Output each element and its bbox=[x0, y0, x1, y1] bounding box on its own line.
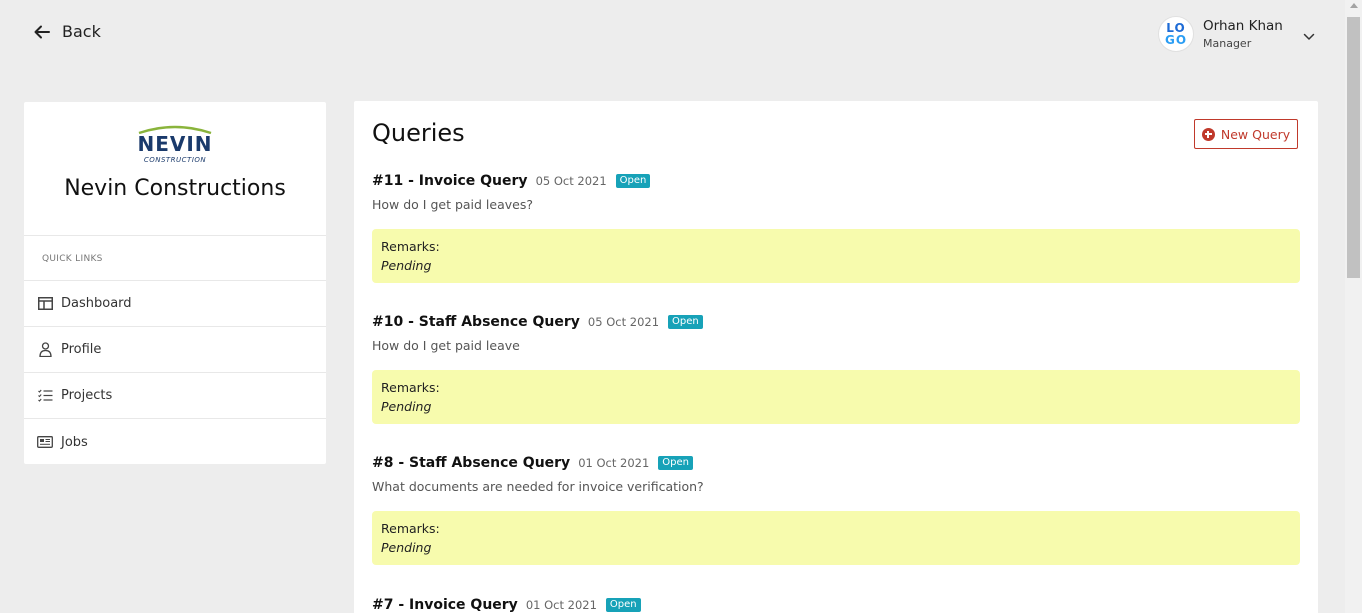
avatar: LO GO bbox=[1158, 16, 1194, 52]
dashboard-icon bbox=[37, 296, 53, 312]
query-title[interactable]: #10 - Staff Absence Query bbox=[372, 314, 580, 330]
status-badge: Open bbox=[605, 598, 641, 612]
company-logo-text: NEVIN bbox=[137, 132, 212, 156]
query-title[interactable]: #8 - Staff Absence Query bbox=[372, 455, 570, 471]
status-badge: Open bbox=[668, 315, 703, 329]
remarks-label: Remarks: bbox=[381, 380, 440, 395]
user-name: Orhan Khan bbox=[1203, 18, 1283, 34]
chevron-down-icon[interactable] bbox=[1303, 26, 1315, 45]
page-title: Queries bbox=[372, 119, 465, 147]
company-name: Nevin Constructions bbox=[64, 176, 286, 201]
query-text: How do I get paid leaves? bbox=[372, 197, 533, 212]
avatar-text-bottom: GO bbox=[1164, 33, 1188, 47]
remarks-value: Pending bbox=[381, 258, 432, 273]
remarks-box: Remarks: Pending bbox=[372, 229, 1300, 283]
new-query-label: New Query bbox=[1220, 126, 1291, 142]
sidebar-item-dashboard[interactable]: Dashboard bbox=[24, 281, 326, 327]
company-logo: NEVIN CONSTRUCTION bbox=[24, 102, 326, 169]
status-badge: Open bbox=[658, 456, 694, 470]
remarks-value: Pending bbox=[381, 540, 432, 555]
user-role: Manager bbox=[1203, 37, 1252, 50]
query-title[interactable]: #7 - Invoice Query bbox=[372, 597, 518, 613]
sidebar: NEVIN CONSTRUCTION Nevin Constructions Q… bbox=[24, 102, 326, 464]
queries-panel: Queries New Query #11 - Invoice Query 05… bbox=[354, 101, 1318, 613]
checklist-icon bbox=[37, 388, 53, 404]
query-item: #10 - Staff Absence Query 05 Oct 2021 Op… bbox=[372, 312, 1300, 424]
brand-header: NEVIN CONSTRUCTION Nevin Constructions bbox=[24, 102, 326, 236]
sidebar-item-label: Jobs bbox=[61, 434, 88, 450]
remarks-label: Remarks: bbox=[381, 521, 440, 536]
remarks-label: Remarks: bbox=[381, 239, 440, 254]
query-title[interactable]: #11 - Invoice Query bbox=[372, 173, 528, 189]
query-date: 01 Oct 2021 bbox=[525, 598, 597, 612]
remarks-box: Remarks: Pending bbox=[372, 370, 1300, 424]
query-item: #11 - Invoice Query 05 Oct 2021 Open How… bbox=[372, 171, 1300, 283]
company-logo-subtext: CONSTRUCTION bbox=[144, 156, 207, 164]
query-item: #8 - Staff Absence Query 01 Oct 2021 Ope… bbox=[372, 453, 1300, 565]
query-item: #7 - Invoice Query 01 Oct 2021 Open bbox=[372, 595, 1300, 613]
remarks-box: Remarks: Pending bbox=[372, 511, 1300, 565]
status-badge: Open bbox=[615, 174, 651, 188]
sidebar-item-jobs[interactable]: Jobs bbox=[24, 419, 326, 465]
back-button[interactable]: Back bbox=[34, 22, 101, 41]
user-menu[interactable]: LO GO Orhan Khan Manager bbox=[1158, 16, 1315, 52]
query-date: 05 Oct 2021 bbox=[535, 174, 607, 188]
sidebar-item-label: Projects bbox=[61, 388, 113, 403]
sidebar-item-projects[interactable]: Projects bbox=[24, 373, 326, 419]
arrow-left-icon bbox=[34, 24, 50, 40]
remarks-value: Pending bbox=[381, 399, 432, 414]
sidebar-item-profile[interactable]: Profile bbox=[24, 327, 326, 373]
page-scrollbar[interactable] bbox=[1345, 0, 1362, 613]
scroll-up-arrow-icon[interactable] bbox=[1350, 3, 1358, 8]
query-date: 05 Oct 2021 bbox=[587, 315, 660, 329]
sidebar-item-label: Profile bbox=[61, 342, 102, 357]
quick-links-label: QUICK LINKS bbox=[24, 236, 326, 281]
plus-circle-icon bbox=[1201, 127, 1215, 141]
top-bar: Back LO GO Orhan Khan Manager bbox=[0, 0, 1345, 70]
newspaper-icon bbox=[37, 434, 53, 450]
query-text: How do I get paid leave bbox=[372, 338, 520, 353]
query-date: 01 Oct 2021 bbox=[578, 456, 650, 470]
query-text: What documents are needed for invoice ve… bbox=[372, 479, 704, 494]
new-query-button[interactable]: New Query bbox=[1194, 119, 1298, 149]
scrollbar-thumb[interactable] bbox=[1347, 17, 1360, 278]
sidebar-item-label: Dashboard bbox=[61, 296, 132, 311]
user-icon bbox=[37, 342, 53, 358]
back-label: Back bbox=[62, 22, 101, 41]
